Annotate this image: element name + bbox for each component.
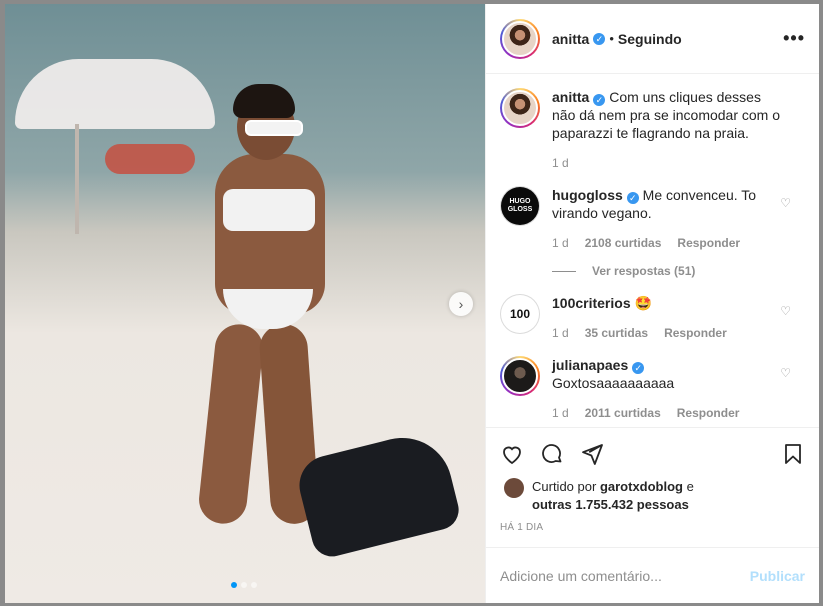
- carousel-dot: [251, 582, 257, 588]
- comment-likes[interactable]: 2011 curtidas: [585, 404, 661, 422]
- comment-text: 🤩: [634, 295, 652, 311]
- comment-input[interactable]: Adicione um comentário...: [500, 568, 750, 584]
- carousel-dots: [231, 582, 257, 588]
- verified-badge-icon: ✓: [626, 192, 639, 204]
- caption-avatar[interactable]: [500, 88, 540, 128]
- bikini-top: [223, 189, 315, 231]
- carousel-dot-active: [231, 582, 237, 588]
- comments-section[interactable]: anitta ✓ Com uns cliques desses não dá ne…: [486, 74, 819, 427]
- bikini-bottom: [223, 289, 313, 329]
- post-actions: Curtido por garotxdoblog e outras 1.755.…: [486, 427, 819, 533]
- chevron-right-icon: ›: [458, 296, 464, 312]
- background-object: [105, 144, 195, 174]
- likes-others[interactable]: outras 1.755.432 pessoas: [532, 497, 689, 512]
- comment-username[interactable]: 100criterios: [552, 295, 631, 311]
- comment-item: julianapaes ✓ Goxtosaaaaaaaaaa 1 d 2011 c…: [500, 356, 805, 422]
- reply-button[interactable]: Responder: [677, 234, 740, 252]
- caption-username[interactable]: anitta: [552, 89, 589, 105]
- post-header: anitta ✓ • Seguindo •••: [486, 4, 819, 74]
- like-comment-heart-icon[interactable]: ♡: [780, 196, 791, 210]
- comment-item: HUGO GLOSS hugogloss ✓ Me convenceu. To v…: [500, 186, 805, 252]
- beach-umbrella: [15, 59, 215, 129]
- comment-icon[interactable]: [540, 442, 564, 466]
- view-replies[interactable]: Ver respostas (51): [552, 264, 805, 278]
- commenter-avatar[interactable]: 100: [500, 294, 540, 334]
- replies-line: [552, 270, 576, 272]
- comment-time[interactable]: 1 d: [552, 404, 569, 422]
- comment-time[interactable]: 1 d: [552, 324, 569, 342]
- author-avatar[interactable]: [500, 18, 540, 59]
- comment-username[interactable]: hugogloss: [552, 187, 623, 203]
- post-panel: anitta ✓ • Seguindo ••• anitta ✓ Com uns …: [485, 4, 819, 603]
- reply-button[interactable]: Responder: [677, 404, 740, 422]
- verified-badge-icon: ✓: [593, 32, 606, 45]
- author-username[interactable]: anitta: [552, 31, 589, 47]
- likes-summary: Curtido por garotxdoblog e outras 1.755.…: [500, 478, 805, 514]
- separator-dot: •: [609, 31, 614, 46]
- commenter-avatar[interactable]: [500, 356, 540, 396]
- carousel-dot: [241, 582, 247, 588]
- comment-likes[interactable]: 2108 curtidas: [585, 234, 662, 252]
- umbrella-pole: [75, 124, 79, 234]
- next-image-button[interactable]: ›: [449, 292, 473, 316]
- add-comment-bar: Adicione um comentário... Publicar: [486, 547, 819, 603]
- view-replies-label[interactable]: Ver respostas (51): [592, 264, 695, 278]
- comment-text: Goxtosaaaaaaaaaa: [552, 375, 675, 391]
- reply-button[interactable]: Responder: [664, 324, 727, 342]
- heart-icon[interactable]: [500, 442, 524, 466]
- verified-badge-icon: ✓: [593, 94, 606, 106]
- caption: anitta ✓ Com uns cliques desses não dá ne…: [500, 88, 805, 172]
- action-icons: [500, 438, 805, 470]
- post-modal: › anitta ✓ • Seguindo ••• anitta ✓ Com un…: [5, 4, 819, 603]
- following-button[interactable]: Seguindo: [618, 31, 682, 47]
- liker-avatar[interactable]: [504, 478, 524, 498]
- post-image[interactable]: ›: [5, 4, 485, 603]
- liker-username[interactable]: garotxdoblog: [600, 479, 683, 494]
- hair: [233, 84, 295, 118]
- comment-username[interactable]: julianapaes: [552, 357, 628, 373]
- verified-badge-icon: ✓: [632, 362, 645, 374]
- likes-middle: e: [686, 479, 694, 494]
- like-comment-heart-icon[interactable]: ♡: [780, 366, 791, 380]
- likes-prefix: Curtido por: [532, 479, 597, 494]
- left-leg: [196, 322, 266, 526]
- publish-button[interactable]: Publicar: [750, 568, 805, 584]
- commenter-avatar[interactable]: HUGO GLOSS: [500, 186, 540, 226]
- like-comment-heart-icon[interactable]: ♡: [780, 304, 791, 318]
- comment-time[interactable]: 1 d: [552, 234, 569, 252]
- bookmark-icon[interactable]: [781, 442, 805, 466]
- sunglasses: [245, 120, 303, 136]
- share-icon[interactable]: [580, 442, 604, 466]
- caption-time[interactable]: 1 d: [552, 154, 569, 172]
- comment-likes[interactable]: 35 curtidas: [585, 324, 648, 342]
- post-timestamp[interactable]: HÁ 1 DIA: [500, 522, 805, 533]
- more-options-icon[interactable]: •••: [783, 28, 805, 49]
- comment-item: 100 100criterios 🤩 1 d 35 curtidas Respo…: [500, 294, 805, 342]
